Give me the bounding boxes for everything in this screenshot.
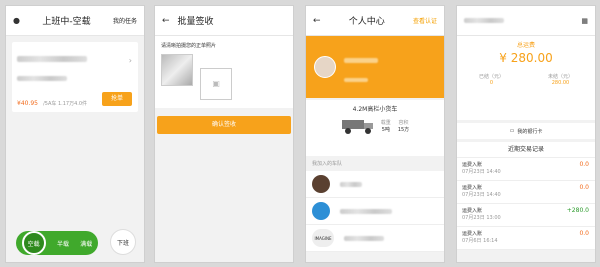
records-title: 近期交易记录 (457, 142, 595, 158)
unsettled-block[interactable]: 未结（元） 280.00 (548, 73, 573, 86)
home-screen: ● 上班中-空载 我的任务 › ¥40.95 /5A车 1.17万4.0件 抢单… (5, 5, 145, 263)
volume-label: 容积 (398, 120, 409, 126)
team-logo: IMAGINE (312, 229, 334, 247)
view-certification-link[interactable]: 查看认证 (413, 16, 437, 25)
batch-sign-header: ← 批量签收 (155, 6, 293, 36)
team-row[interactable]: IMAGINE (306, 225, 444, 252)
screenshot-collage: ● 上班中-空载 我的任务 › ¥40.95 /5A车 1.17万4.0件 抢单… (0, 0, 600, 267)
truck-info: 4.2M高栏小货车 载重 5吨 容积 15方 (306, 100, 444, 156)
settled-block[interactable]: 已结（元） 0 (479, 73, 504, 86)
toggle-half[interactable]: 半载 (57, 239, 69, 248)
back-arrow-icon[interactable]: ← (162, 16, 170, 26)
load-toggle[interactable]: 空载 半载 满载 (16, 231, 98, 255)
photo-section: 请清晰拍摄您的正单照片 ▣ (155, 36, 293, 108)
record-row[interactable]: 运费入账 07月23日 13:00 +280.0 (457, 204, 595, 227)
photo-hint: 请清晰拍摄您的正单照片 (161, 43, 217, 49)
total-freight-value: ¥ 280.00 (499, 51, 553, 65)
calendar-icon[interactable]: ▦ (581, 17, 588, 25)
batch-sign-title: 批量签收 (177, 17, 214, 27)
home-header: ● 上班中-空载 我的任务 (6, 6, 144, 36)
order-price: ¥40.95 (17, 100, 38, 107)
add-photo-button[interactable]: ▣ (200, 67, 233, 100)
blurred-address (17, 76, 67, 81)
unsettled-label: 未结（元） (547, 74, 573, 80)
team-row[interactable] (306, 171, 444, 198)
profile-title: 个人中心 (348, 17, 385, 27)
record-date: 07月23日 14:40 (462, 169, 501, 175)
team-avatar (312, 202, 330, 220)
record-amount: 0.0 (579, 230, 589, 237)
unsettled-value: 280.00 (551, 80, 570, 86)
blurred-route (17, 56, 87, 62)
record-amount: +280.0 (566, 207, 589, 214)
record-date: 07月23日 14:40 (462, 192, 501, 198)
record-row[interactable]: 运费入账 07月23日 14:40 0.0 (457, 181, 595, 204)
grab-order-button[interactable]: 抢单 (102, 92, 132, 106)
profile-header: ← 个人中心 查看认证 (306, 6, 444, 36)
truck-icon (341, 120, 373, 134)
bank-card-link[interactable]: ▭ 我的银行卡 (457, 123, 595, 139)
record-label: 运费入账 (462, 231, 483, 237)
profile-banner (306, 36, 444, 98)
record-amount: 0.0 (579, 184, 589, 191)
blurred-name (344, 58, 378, 63)
off-work-button[interactable]: 下班 (110, 229, 136, 255)
toggle-empty[interactable]: 空载 (21, 231, 46, 255)
load-value: 5吨 (381, 127, 390, 133)
card-icon: ▭ (509, 128, 515, 134)
bank-card-label: 我的银行卡 (517, 128, 543, 135)
settled-value: 0 (489, 80, 494, 86)
user-icon[interactable]: ● (13, 16, 20, 25)
teams-label: 我加入的车队 (312, 161, 343, 167)
avatar (314, 56, 336, 78)
truck-name: 4.2M高栏小货车 (352, 106, 398, 113)
volume-value: 15方 (397, 127, 410, 133)
record-date: 07月23日 13:00 (462, 215, 501, 221)
blurred-team-name (340, 208, 392, 214)
toggle-full[interactable]: 满载 (80, 239, 92, 248)
back-arrow-icon[interactable]: ← (313, 16, 321, 26)
record-row[interactable]: 运费入账 07月23日 14:40 0.0 (457, 158, 595, 181)
record-label: 运费入账 (462, 185, 483, 191)
blurred-wallet-title (464, 18, 504, 23)
home-title: 上班中-空载 (42, 17, 91, 27)
record-label: 运费入账 (462, 162, 483, 168)
order-meta: /5A车 1.17万4.0件 (43, 101, 88, 107)
team-row[interactable] (306, 198, 444, 225)
wallet-screen: ▦ 总运费 ¥ 280.00 已结（元） 0 未结（元） 280.00 ▭ 我的… (456, 5, 596, 263)
photo-thumbnail[interactable] (161, 54, 193, 86)
blurred-phone (344, 78, 368, 82)
order-card[interactable]: › ¥40.95 /5A车 1.17万4.0件 抢单 (12, 42, 138, 112)
chevron-right-icon: › (128, 56, 132, 65)
confirm-sign-button[interactable]: 确认签收 (157, 116, 291, 134)
profile-screen: ← 个人中心 查看认证 4.2M高栏小货车 载重 5吨 容积 15方 我加入的车… (305, 5, 445, 263)
camera-icon: ▣ (212, 79, 220, 88)
record-row[interactable]: 运费入账 07月6日 16:14 0.0 (457, 227, 595, 250)
team-avatar (312, 175, 330, 193)
record-date: 07月6日 16:14 (462, 238, 498, 244)
blurred-team-name (344, 235, 384, 241)
load-label: 载重 (380, 120, 391, 126)
settled-label: 已结（元） (478, 74, 504, 80)
wallet-header: ▦ (457, 6, 595, 36)
batch-sign-screen: ← 批量签收 请清晰拍摄您的正单照片 ▣ 确认签收 (154, 5, 294, 263)
record-amount: 0.0 (579, 161, 589, 168)
total-freight-label: 总运费 (516, 42, 535, 49)
my-tasks-link[interactable]: 我的任务 (113, 16, 137, 25)
blurred-team-name (340, 181, 362, 187)
freight-summary: 总运费 ¥ 280.00 已结（元） 0 未结（元） 280.00 (457, 36, 595, 120)
